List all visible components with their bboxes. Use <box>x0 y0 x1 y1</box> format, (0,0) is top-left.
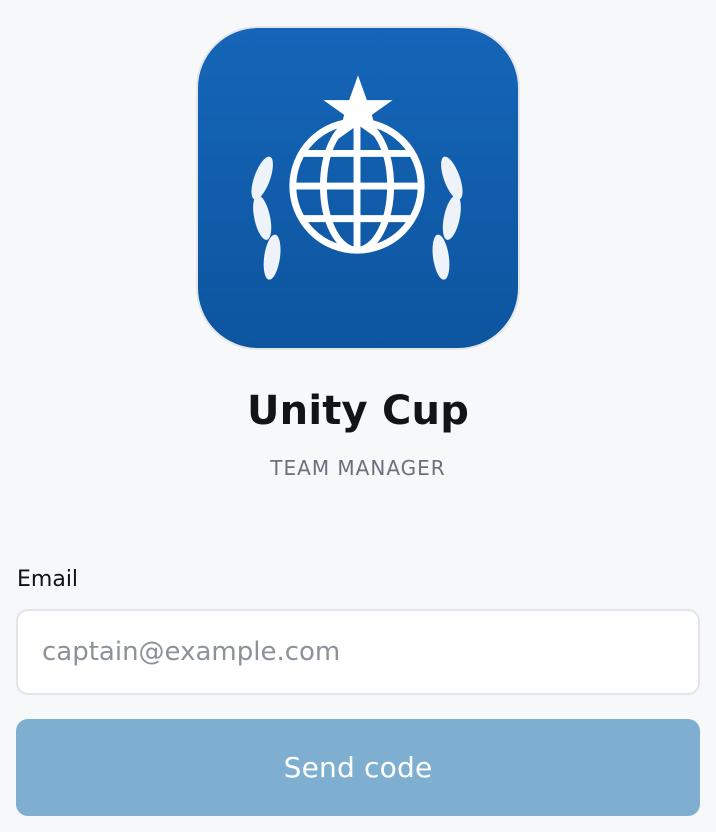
email-label: Email <box>17 567 79 592</box>
app-logo <box>196 26 520 350</box>
globe-star-laurel-icon <box>251 75 463 280</box>
app-title: Unity Cup <box>246 388 470 434</box>
login-screen: Unity Cup TEAM MANAGER Email Send code <box>0 0 716 832</box>
send-code-button[interactable]: Send code <box>16 719 700 816</box>
app-subtitle: TEAM MANAGER <box>270 456 446 480</box>
laurel-right-icon <box>432 156 463 280</box>
email-field[interactable] <box>16 609 700 695</box>
globe-icon <box>289 118 425 254</box>
laurel-left-icon <box>251 156 281 280</box>
